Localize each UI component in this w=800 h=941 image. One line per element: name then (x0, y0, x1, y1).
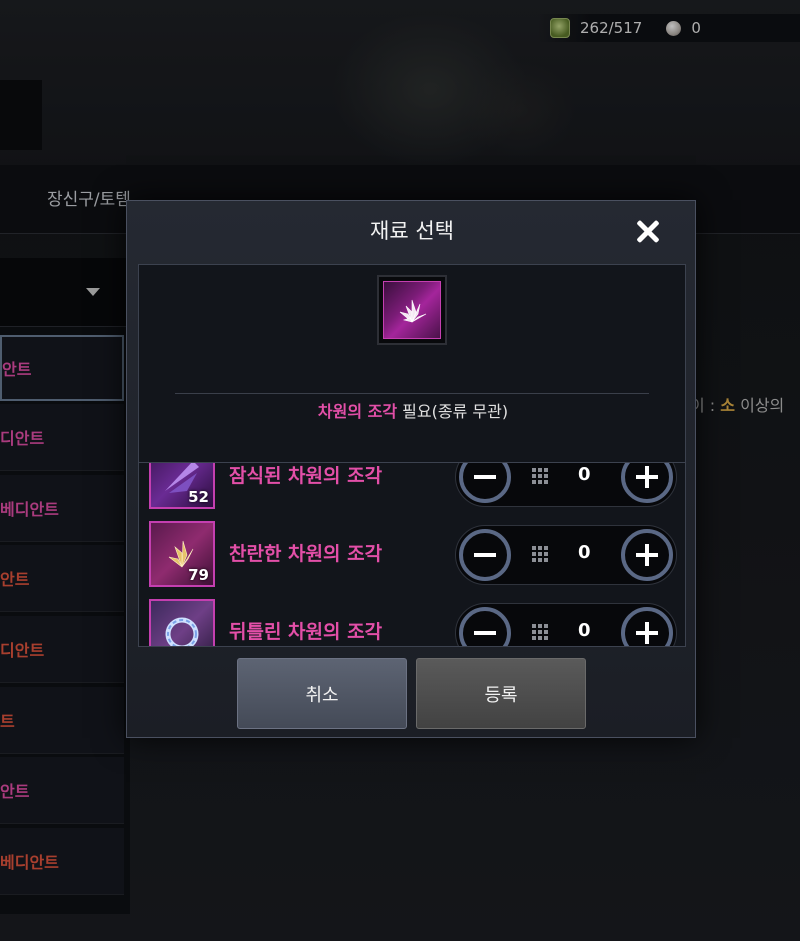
plus-button[interactable] (621, 607, 673, 646)
quantity-value[interactable]: 0 (578, 620, 591, 641)
divider (175, 393, 649, 394)
shard-icon-graphic (399, 299, 427, 323)
item-count: 52 (188, 488, 209, 506)
list-item: 52 잠식된 차원의 조각 0 (139, 463, 685, 511)
item-name: 찬란한 차원의 조각 (229, 543, 383, 565)
minus-button[interactable] (459, 529, 511, 581)
list-item: 79 찬란한 차원의 조각 0 (139, 511, 685, 589)
keypad-icon[interactable] (532, 468, 548, 484)
requirement-condition: 필요(종류 무관) (397, 402, 509, 421)
register-button[interactable]: 등록 (416, 658, 586, 729)
twisted-shard-icon (149, 599, 215, 646)
quantity-value[interactable]: 0 (578, 542, 591, 563)
quantity-value[interactable]: 0 (578, 464, 591, 485)
quantity-stepper: 0 (455, 603, 677, 646)
plus-button[interactable] (621, 463, 673, 503)
material-select-dialog: 재료 선택 차원의 조각 필요(종류 무관) 52 잠식된 차원의 조각 0 7… (126, 200, 696, 738)
minus-button[interactable] (459, 607, 511, 646)
dialog-title: 재료 선택 (370, 219, 454, 243)
keypad-icon[interactable] (532, 546, 548, 562)
item-count: 79 (188, 566, 209, 584)
keypad-icon[interactable] (532, 624, 548, 640)
corrupted-shard-icon: 52 (149, 463, 215, 509)
quantity-stepper: 0 (455, 463, 677, 507)
item-name: 잠식된 차원의 조각 (229, 465, 383, 487)
item-name: 뒤틀린 차원의 조각 (229, 621, 383, 643)
requirement-text: 차원의 조각 필요(종류 무관) (139, 398, 687, 422)
requirement-panel: 차원의 조각 필요(종류 무관) (138, 264, 686, 463)
close-icon[interactable] (631, 215, 665, 249)
required-item-slot (377, 275, 447, 345)
required-item-name: 차원의 조각 (317, 402, 398, 421)
cancel-button[interactable]: 취소 (237, 658, 407, 729)
plus-button[interactable] (621, 529, 673, 581)
list-item: 뒤틀린 차원의 조각 0 (139, 589, 685, 646)
quantity-stepper: 0 (455, 525, 677, 585)
twisted-shard-graphic (165, 617, 199, 646)
dimension-shard-icon (383, 281, 441, 339)
radiant-shard-icon: 79 (149, 521, 215, 587)
material-list[interactable]: 52 잠식된 차원의 조각 0 79 찬란한 차원의 조각 0 뒤틀린 차원의 … (138, 463, 686, 647)
minus-button[interactable] (459, 463, 511, 503)
